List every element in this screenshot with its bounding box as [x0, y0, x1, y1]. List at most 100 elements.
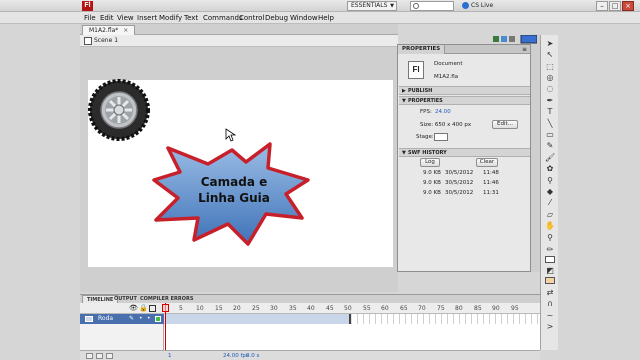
close-button[interactable]: ×	[622, 1, 634, 11]
new-folder-icon[interactable]	[96, 353, 103, 359]
menu-text[interactable]: Text	[184, 13, 198, 23]
tire-image[interactable]	[88, 79, 150, 141]
empty-frames[interactable]	[352, 314, 540, 324]
tab-properties[interactable]: PROPERTIES	[398, 45, 446, 54]
delete-layer-icon[interactable]	[106, 353, 113, 359]
current-frame: 1	[168, 353, 172, 359]
layer-name: Roda	[98, 315, 114, 322]
expand-arrow-icon: ▶	[402, 88, 406, 94]
brush-tool-icon[interactable]: 🖌	[545, 153, 555, 162]
zoom-tool-icon[interactable]: ⚲	[545, 233, 555, 242]
menu-edit[interactable]: Edit	[100, 13, 114, 23]
outline-icon[interactable]	[149, 305, 156, 312]
menu-commands[interactable]: Commands	[203, 13, 243, 23]
layer-color-icon[interactable]	[155, 316, 161, 322]
eraser-tool-icon[interactable]: ▱	[545, 210, 555, 219]
frame-rate[interactable]: 24.00 fps	[223, 352, 249, 360]
frame-span[interactable]	[165, 314, 351, 324]
chevron-down-icon: ▼	[390, 3, 394, 9]
publish-label: PUBLISH	[408, 88, 433, 94]
history-time: 11:31	[483, 190, 499, 196]
swf-history-label: SWF HISTORY	[408, 150, 447, 156]
history-time: 11:48	[483, 170, 499, 176]
stroke-color-swatch[interactable]	[545, 256, 555, 263]
swf-history-section-header[interactable]: ▼ SWF HISTORY	[399, 148, 530, 157]
minimize-button[interactable]: –	[596, 1, 608, 11]
stage-color-swatch[interactable]	[434, 133, 448, 141]
paint-bucket-tool-icon[interactable]: ◆	[545, 187, 555, 196]
document-type-label: Document	[434, 61, 463, 67]
ruler-tick: 45	[326, 305, 334, 312]
deco-tool-icon[interactable]: ✿	[545, 164, 555, 173]
close-tab-icon[interactable]: ×	[123, 27, 128, 34]
ruler-tick: 20	[233, 305, 241, 312]
3d-rotation-tool-icon[interactable]: ◎	[545, 73, 555, 82]
ruler-tick: 65	[400, 305, 408, 312]
menu-insert[interactable]: Insert	[137, 13, 157, 23]
stroke-color-icon[interactable]: ✏	[545, 245, 555, 254]
line-tool-icon[interactable]: ╲	[545, 119, 555, 128]
rectangle-tool-icon[interactable]: ▭	[545, 130, 555, 139]
timeline-tab-bar: TIMELINE OUTPUT COMPILER ERRORS	[80, 294, 540, 304]
ruler-tick: 80	[455, 305, 463, 312]
layer-row[interactable]: Roda ✎ • •	[80, 314, 164, 324]
visibility-dot-icon[interactable]: •	[139, 314, 143, 324]
document-icon: Fl	[408, 61, 424, 79]
straighten-icon[interactable]: >	[545, 322, 555, 331]
selection-tool-icon[interactable]: ➤	[545, 39, 555, 48]
history-size: 9.0 KB	[423, 170, 441, 176]
free-transform-tool-icon[interactable]: ⬚	[545, 62, 555, 71]
stage-text-line2: Linha Guia	[198, 191, 270, 205]
properties-section-header[interactable]: ▼ PROPERTIES	[399, 96, 530, 105]
subselection-tool-icon[interactable]: ↖	[545, 50, 555, 59]
dock-strip	[531, 34, 540, 272]
bone-tool-icon[interactable]: ⚲	[545, 176, 555, 185]
lock-dot-icon[interactable]: •	[147, 314, 151, 324]
panel-menu-icon[interactable]: ≡	[522, 46, 527, 53]
workspace-switcher[interactable]: ESSENTIALS ▼	[347, 1, 397, 11]
playhead-handle[interactable]	[162, 304, 169, 312]
pencil-tool-icon[interactable]: ✎	[545, 141, 555, 150]
menu-file[interactable]: File	[84, 13, 96, 23]
maximize-button[interactable]: □	[609, 1, 621, 11]
fill-color-icon[interactable]: ◩	[545, 266, 555, 275]
ruler-tick: 85	[474, 305, 482, 312]
help-search-input[interactable]	[410, 1, 454, 11]
menu-debug[interactable]: Debug	[265, 13, 288, 23]
frame-grid[interactable]	[164, 314, 540, 350]
cs-live-label: CS Live	[471, 2, 494, 9]
stage-text[interactable]: Camada e Linha Guia	[178, 174, 290, 206]
frame-row[interactable]	[164, 314, 540, 324]
edit-size-button[interactable]: Edit...	[492, 120, 518, 129]
lock-icon[interactable]: 🔒	[139, 304, 148, 312]
lasso-tool-icon[interactable]: ◌	[545, 84, 555, 93]
scene-label[interactable]: Scene 1	[94, 36, 118, 46]
pen-tool-icon[interactable]: ✒	[545, 96, 555, 105]
menu-help[interactable]: Help	[318, 13, 334, 23]
scene-icon	[84, 37, 92, 45]
snap-to-objects-icon[interactable]: ∩	[545, 299, 555, 308]
fps-value[interactable]: 24.00	[435, 109, 451, 116]
menu-modify[interactable]: Modify	[159, 13, 182, 23]
timeline-header: 👁 🔒 5 10 15 20 25 30 35 40 45 50 55 60 6…	[80, 303, 540, 314]
publish-section-header[interactable]: ▶ PUBLISH	[399, 86, 530, 95]
ruler-tick: 60	[381, 305, 389, 312]
hand-tool-icon[interactable]: ✋	[545, 221, 555, 230]
menu-view[interactable]: View	[117, 13, 134, 23]
ruler-tick: 95	[511, 305, 519, 312]
text-tool-icon[interactable]: T	[545, 107, 555, 116]
swap-colors-icon[interactable]: ⇄	[545, 288, 555, 297]
new-layer-icon[interactable]	[86, 353, 93, 359]
eye-icon[interactable]: 👁	[129, 304, 138, 312]
log-button[interactable]: Log	[420, 158, 440, 167]
smooth-icon[interactable]: ~	[545, 311, 555, 320]
workspace-label: ESSENTIALS	[351, 2, 388, 9]
fill-color-swatch[interactable]	[545, 277, 555, 284]
document-tab[interactable]: M1A2.fla* ×	[82, 25, 136, 35]
menu-window[interactable]: Window	[290, 13, 318, 23]
menu-control[interactable]: Control	[239, 13, 264, 23]
clear-button[interactable]: Clear	[476, 158, 498, 167]
cs-live-button[interactable]: CS Live	[462, 2, 493, 10]
panel-header-controls[interactable]	[493, 35, 537, 44]
eyedropper-tool-icon[interactable]: ⁄	[545, 198, 555, 207]
